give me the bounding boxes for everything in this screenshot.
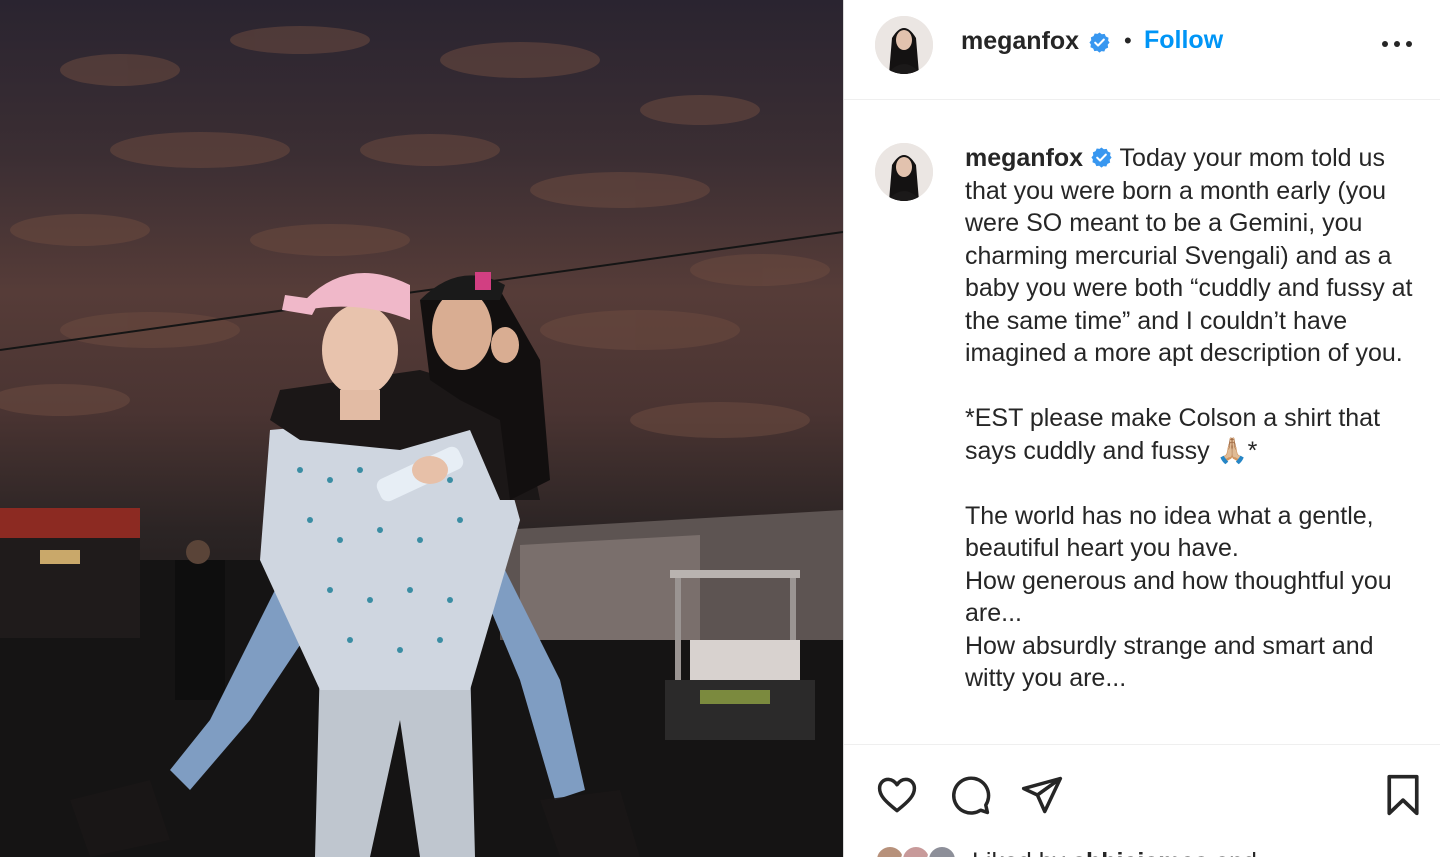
liked-by-user[interactable]: abbiejames [1072, 848, 1208, 857]
heart-icon[interactable] [875, 773, 919, 817]
comment-icon[interactable] [948, 773, 992, 817]
share-icon[interactable] [1020, 773, 1064, 817]
avatar-portrait-icon [875, 16, 933, 74]
post-header: meganfox • Follow [844, 0, 1440, 100]
post-sidebar: meganfox • Follow meganfox Today your mo [843, 0, 1440, 857]
caption-username[interactable]: meganfox [965, 144, 1083, 172]
verified-badge-icon [1091, 147, 1112, 168]
header-separator: • [1124, 28, 1132, 53]
bookmark-icon[interactable] [1384, 773, 1422, 817]
author-avatar[interactable] [875, 16, 933, 74]
liked-by-text: Liked by abbiejames and [972, 848, 1257, 857]
liked-by-suffix: and [1215, 848, 1257, 857]
post-photo-illustration [0, 26, 843, 857]
caption-author-avatar[interactable] [875, 143, 933, 201]
follow-button[interactable]: Follow [1144, 26, 1223, 55]
post-photo[interactable] [0, 0, 843, 857]
liker-avatar [927, 845, 957, 857]
avatar-portrait-icon [875, 143, 933, 201]
post-actions-bar: Liked by abbiejames and [844, 744, 1440, 857]
caption-area[interactable]: meganfox Today your mom told us that you… [844, 101, 1440, 744]
caption-body: Today your mom told us that you were bor… [965, 144, 1413, 367]
liked-by-prefix: Liked by [972, 848, 1065, 857]
caption-paragraph-5: How absurdly strange and smart and witty… [965, 631, 1374, 693]
caption-paragraph-2: *EST please make Colson a shirt that say… [965, 404, 1381, 465]
more-options-icon[interactable] [1380, 34, 1414, 54]
caption-text: meganfox Today your mom told us that you… [965, 142, 1420, 695]
liked-by-row[interactable]: Liked by abbiejames and [875, 845, 1415, 857]
caption-paragraph-3: The world has no idea what a gentle, bea… [965, 501, 1374, 563]
caption-paragraph-4: How generous and how thoughtful you are.… [965, 566, 1392, 628]
author-username[interactable]: meganfox [961, 27, 1079, 56]
verified-badge-icon [1088, 31, 1111, 56]
caption-paragraph-1: meganfox Today your mom told us that you… [965, 142, 1420, 370]
